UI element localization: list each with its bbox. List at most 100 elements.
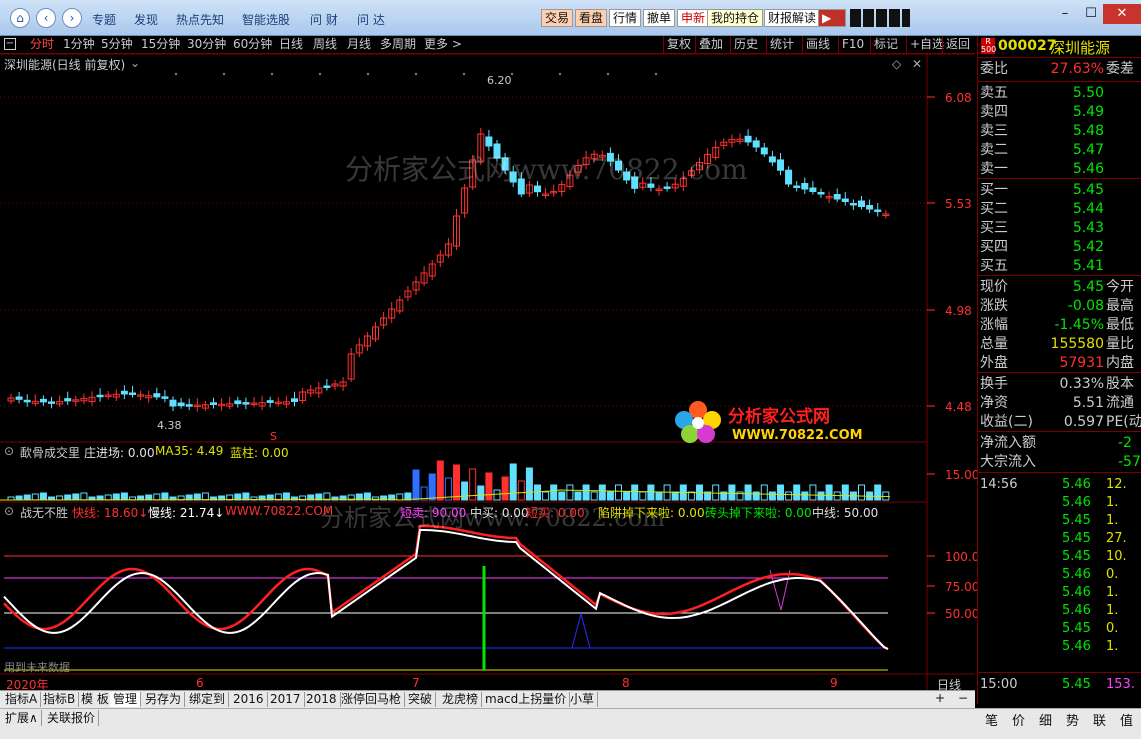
candle (120, 390, 128, 395)
black-tile (902, 9, 910, 27)
indicator-tab[interactable]: 突破 (405, 692, 437, 707)
tick-row: 5.46 1. (1062, 495, 1119, 510)
zoom-out-icon[interactable]: − (958, 691, 968, 705)
tool-f10[interactable]: F10 (838, 36, 867, 53)
period-multi[interactable]: 多周期 (380, 37, 416, 52)
indicator-tab[interactable]: 小草 (567, 692, 599, 707)
candle (242, 402, 250, 405)
bid-row[interactable]: 买二 5.44 (978, 200, 1141, 219)
candle (169, 399, 177, 407)
marker-dot (366, 72, 370, 76)
menu-wenda[interactable]: 问 达 (357, 11, 385, 28)
quote-button[interactable]: 行情 (609, 9, 642, 27)
new-ipo-button[interactable]: 申新 (677, 9, 710, 27)
arrow-right-icon[interactable]: ▶ (818, 9, 846, 27)
indicator-tab[interactable]: 模 板 (78, 692, 113, 707)
volume-bar (161, 492, 169, 501)
quote-tab[interactable]: 细 (1039, 710, 1052, 729)
panel-toggle-icon[interactable]: ⊙ (4, 504, 14, 518)
indicator-tab[interactable]: macd上拐量价 (482, 692, 571, 707)
bid-row[interactable]: 买四 5.42 (978, 238, 1141, 257)
tool-tongji[interactable]: 统计 (766, 36, 797, 53)
minimize-icon[interactable]: – (1052, 4, 1078, 24)
indicator-tab[interactable]: 绑定到 (186, 692, 230, 707)
bid-row[interactable]: 买五 5.41 (978, 257, 1141, 276)
tick-row: 5.45 10. (1062, 549, 1127, 564)
zoom-in-icon[interactable]: + (935, 691, 945, 705)
menu-faxian[interactable]: 发现 (134, 11, 158, 28)
cancel-order-button[interactable]: 撤单 (643, 9, 676, 27)
indicator-tab[interactable]: 2018 (303, 692, 341, 707)
period-5min[interactable]: 5分钟 (101, 37, 133, 52)
volume-bar (31, 493, 39, 501)
period-fenshi[interactable]: 分时 (30, 37, 54, 52)
indicator-tab[interactable]: 涨停回马枪 (338, 692, 406, 707)
period-30min[interactable]: 30分钟 (187, 37, 226, 52)
indicator-tab[interactable]: 指标A (2, 692, 42, 707)
tool-fuquan[interactable]: 复权 (663, 36, 694, 53)
report-button[interactable]: 财报解读 (764, 9, 821, 27)
period-week[interactable]: 周线 (313, 37, 337, 52)
quote-tab[interactable]: 笔 (985, 710, 998, 729)
volume-bar (793, 484, 801, 501)
maximize-icon[interactable]: ☐ (1078, 4, 1104, 24)
menu-redian[interactable]: 热点先知 (176, 11, 224, 28)
tool-diejia[interactable]: 叠加 (695, 36, 726, 53)
bid-row[interactable]: 买一 5.45 (978, 181, 1141, 200)
indicator-tab[interactable]: 指标B (40, 692, 80, 707)
period-day[interactable]: 日线 (279, 37, 303, 52)
close-icon[interactable]: ✕ (1103, 4, 1141, 24)
holdings-button[interactable]: 我的持仓 (707, 9, 764, 27)
watch-button[interactable]: 看盘 (575, 9, 608, 27)
collapse-icon[interactable]: − (4, 38, 16, 50)
candle (161, 396, 169, 399)
menu-wencai[interactable]: 问 财 (310, 11, 338, 28)
panel-toggle-icon[interactable]: ⊙ (4, 444, 14, 458)
tool-biaoji[interactable]: 标记 (870, 36, 901, 53)
ask-row[interactable]: 卖四 5.49 (978, 103, 1141, 122)
expand-button[interactable]: 扩展∧ (2, 710, 42, 726)
tool-lishi[interactable]: 历史 (730, 36, 761, 53)
indicator-tab[interactable]: 另存为 (142, 692, 186, 707)
indicator-tab[interactable]: 2017 (267, 692, 305, 707)
close-small-icon[interactable]: ✕ (912, 57, 922, 71)
chevron-down-icon[interactable]: ⌄ (130, 56, 140, 70)
volume-bar (809, 484, 817, 501)
home-icon[interactable]: ⌂ (10, 8, 30, 28)
trade-button[interactable]: 交易 (541, 9, 574, 27)
quote-tab[interactable]: 价 (1012, 710, 1025, 729)
indicator-tab[interactable]: 管理 (110, 692, 142, 707)
period-month[interactable]: 月线 (347, 37, 371, 52)
indicator-tab[interactable]: 龙虎榜 (439, 692, 483, 707)
black-tile (889, 9, 900, 27)
indicator-tab[interactable]: 2016 (230, 692, 268, 707)
back-icon[interactable]: ‹ (36, 8, 56, 28)
stat-row: 总量 155580 量比 (980, 336, 1134, 352)
bid-row[interactable]: 买三 5.43 (978, 219, 1141, 238)
quote-tab[interactable]: 联 (1093, 710, 1106, 729)
menu-zhuanti[interactable]: 专题 (92, 11, 116, 28)
ask-row[interactable]: 卖三 5.48 (978, 122, 1141, 141)
period-60min[interactable]: 60分钟 (233, 37, 272, 52)
tool-fanhui[interactable]: 返回 (942, 36, 973, 53)
candle (323, 385, 331, 388)
related-quote-button[interactable]: 关联报价 (44, 710, 100, 726)
quote-tab[interactable]: 值 (1120, 710, 1133, 729)
volume-panel-title: 歃骨成交里 (20, 446, 81, 460)
period-1min[interactable]: 1分钟 (63, 37, 95, 52)
candle (177, 402, 185, 407)
ask-row[interactable]: 卖五 5.50 (978, 84, 1141, 103)
y-tick: 100.0 (945, 550, 980, 564)
quote-tab[interactable]: 势 (1066, 710, 1079, 729)
forward-icon[interactable]: › (62, 8, 82, 28)
tool-huaxian[interactable]: 画线 (802, 36, 833, 53)
period-15min[interactable]: 15分钟 (141, 37, 180, 52)
ask-row[interactable]: 卖一 5.46 (978, 160, 1141, 179)
candle (64, 398, 72, 402)
period-more[interactable]: 更多 > (424, 37, 462, 52)
ask-row[interactable]: 卖二 5.47 (978, 141, 1141, 160)
menu-xuangu[interactable]: 智能选股 (242, 11, 290, 28)
candle (744, 135, 752, 143)
x-tick: 8 (622, 676, 630, 690)
tool-zixuan[interactable]: +自选 (906, 36, 947, 53)
